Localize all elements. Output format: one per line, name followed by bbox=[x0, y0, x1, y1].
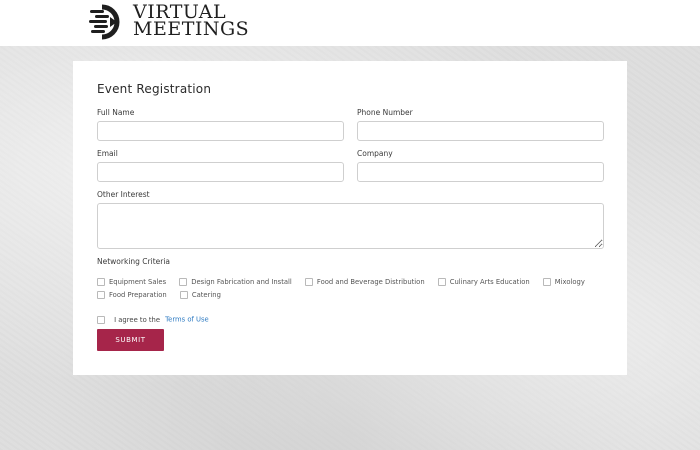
networking-option[interactable]: Culinary Arts Education bbox=[437, 271, 530, 286]
terms-agreement: I agree to the Terms of Use bbox=[97, 309, 209, 328]
networking-option[interactable]: Mixology bbox=[542, 271, 585, 286]
submit-button[interactable]: SUBMIT bbox=[97, 329, 164, 351]
site-header: VIRTUAL MEETINGS bbox=[0, 0, 700, 46]
agree-text: I agree to the bbox=[114, 315, 161, 324]
checkbox[interactable] bbox=[542, 277, 551, 286]
networking-option-label: Mixology bbox=[554, 277, 585, 286]
phone-number-input[interactable] bbox=[357, 121, 604, 141]
networking-option[interactable]: Design Fabrication and Install bbox=[179, 271, 292, 286]
other-interest-label: Other Interest bbox=[97, 190, 150, 199]
networking-options-row-2: Food Preparation Catering bbox=[97, 284, 229, 299]
other-interest-textarea[interactable] bbox=[97, 203, 604, 249]
phone-number-label: Phone Number bbox=[357, 108, 413, 117]
networking-option[interactable]: Catering bbox=[179, 284, 221, 299]
company-input[interactable] bbox=[357, 162, 604, 182]
networking-option-label: Culinary Arts Education bbox=[449, 277, 530, 286]
networking-option[interactable]: Food and Beverage Distribution bbox=[304, 271, 425, 286]
full-name-input[interactable] bbox=[97, 121, 344, 141]
full-name-label: Full Name bbox=[97, 108, 135, 117]
logo-line-2: MEETINGS bbox=[133, 18, 250, 40]
checkbox[interactable] bbox=[304, 277, 313, 286]
terms-of-use-link[interactable]: Terms of Use bbox=[165, 316, 209, 324]
checkbox[interactable] bbox=[437, 277, 446, 286]
logo-wordmark[interactable]: VIRTUAL MEETINGS bbox=[133, 3, 250, 40]
checkbox[interactable] bbox=[97, 290, 105, 299]
networking-option-label: Catering bbox=[191, 290, 221, 299]
networking-options-row-1: Equipment Sales Design Fabrication and I… bbox=[97, 271, 593, 286]
email-label: Email bbox=[97, 149, 118, 158]
virtual-meetings-logo-icon[interactable] bbox=[88, 4, 128, 40]
networking-option[interactable]: Food Preparation bbox=[97, 284, 167, 299]
agree-checkbox[interactable] bbox=[97, 315, 105, 324]
networking-criteria-label: Networking Criteria bbox=[97, 257, 171, 266]
company-label: Company bbox=[357, 149, 393, 158]
registration-card: Event Registration Full Name Phone Numbe… bbox=[73, 61, 627, 375]
form-title: Event Registration bbox=[97, 82, 212, 96]
email-input[interactable] bbox=[97, 162, 344, 182]
checkbox[interactable] bbox=[179, 290, 188, 299]
networking-option-label: Food and Beverage Distribution bbox=[316, 277, 425, 286]
networking-option-label: Food Preparation bbox=[109, 290, 167, 299]
networking-option[interactable]: Equipment Sales bbox=[97, 271, 166, 286]
